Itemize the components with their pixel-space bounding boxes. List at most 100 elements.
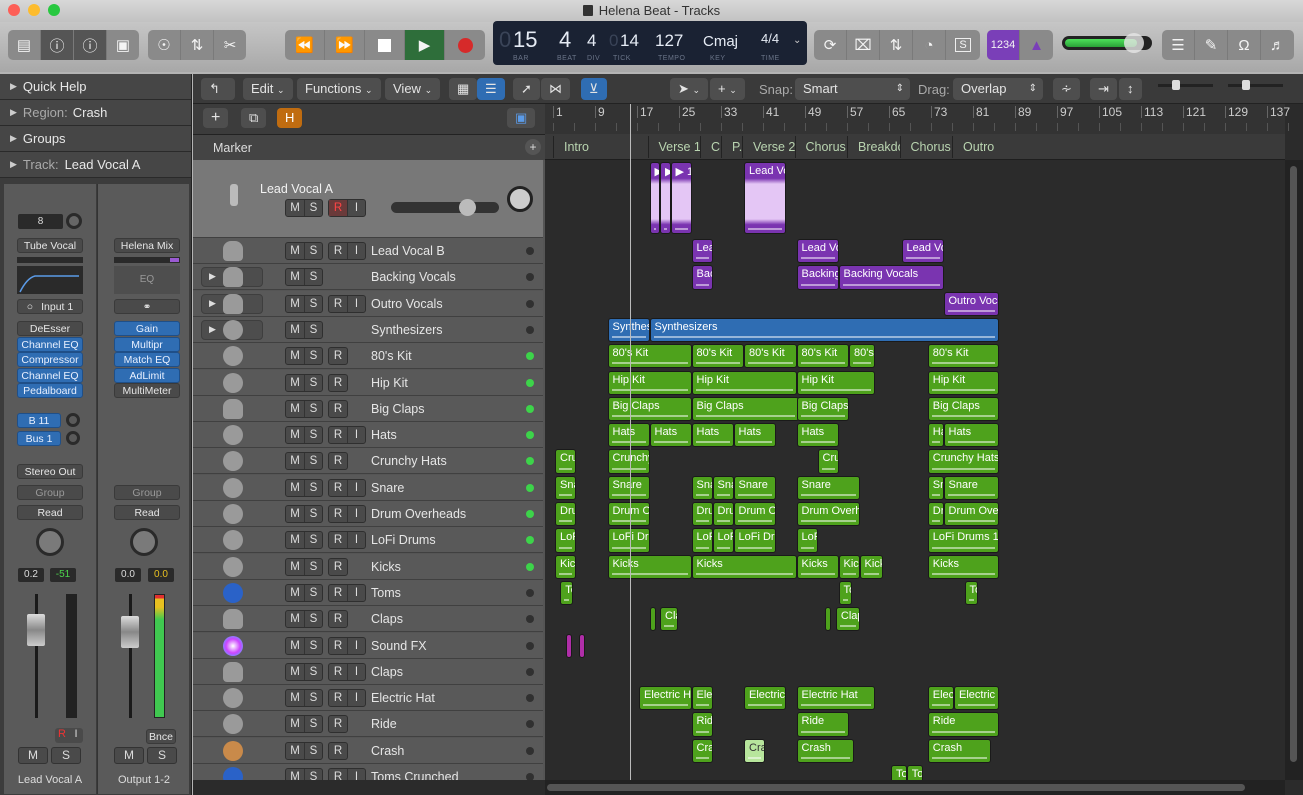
track-header[interactable]: M S R I Electric Hat [193, 685, 543, 712]
marker[interactable]: Breakdown [847, 136, 900, 158]
solo-button[interactable]: S [304, 400, 322, 417]
mute-button[interactable]: M [286, 532, 304, 548]
lcd-display[interactable]: 0 15 4 4 0 14 127 Cmaj 4/4 BAR BEAT DIV … [493, 21, 807, 65]
playhead[interactable] [630, 104, 631, 780]
solo-button[interactable]: S [304, 663, 322, 680]
solo-button[interactable]: S [304, 479, 322, 496]
track-header[interactable]: M S R I Lead Vocal B [193, 238, 543, 264]
mute-button[interactable]: M [286, 296, 304, 312]
send-slot[interactable]: Bus 1 [17, 431, 61, 446]
group-slot[interactable]: Group [114, 485, 180, 500]
send-knob-icon[interactable] [66, 413, 80, 427]
catch-playhead-button[interactable]: ⊻ [581, 78, 607, 100]
region[interactable]: 80's Kit [849, 344, 876, 369]
region[interactable]: Drum O [555, 502, 576, 527]
input-monitor-button[interactable]: I [347, 690, 365, 707]
track-header[interactable]: ▶ M S Backing Vocals [193, 264, 543, 291]
mute-button[interactable]: M [286, 480, 304, 496]
input-monitor-button[interactable]: I [347, 532, 365, 549]
pointer-tool-menu[interactable]: ➤ ⌄ [670, 78, 709, 100]
region[interactable]: 80's Kit [607, 344, 692, 369]
region[interactable]: Hats [733, 423, 776, 448]
region[interactable]: Claps [835, 607, 860, 632]
record-enable-button[interactable]: R [329, 348, 347, 364]
plugin-slot[interactable]: MultiMeter [114, 383, 180, 398]
solo-button[interactable]: S [304, 716, 322, 733]
mute-button[interactable]: M [286, 585, 304, 601]
region[interactable]: Outro Vocals [943, 291, 999, 316]
back-button[interactable]: ↰ [201, 78, 235, 100]
send-slot[interactable]: B 11 [17, 413, 61, 428]
solo-button[interactable]: S [304, 243, 322, 259]
marker[interactable]: Verse 2 [742, 136, 795, 158]
region[interactable]: Tom [906, 765, 923, 780]
region[interactable]: Hats [943, 423, 999, 448]
note-pad-button[interactable]: ✎ [1195, 30, 1228, 60]
region[interactable]: Tom [891, 765, 907, 780]
mixer-button[interactable]: ⇅ [181, 30, 214, 60]
hide-tracks-button[interactable]: H [277, 108, 303, 128]
record-enable-button[interactable]: R [329, 611, 347, 627]
region[interactable]: Crash [927, 738, 991, 763]
marker[interactable]: Chorus 3 [899, 136, 952, 158]
record-enable-button[interactable]: R [329, 453, 347, 469]
input-monitor-button[interactable]: I [347, 637, 365, 654]
quick-help-section[interactable]: ▶ Quick Help [0, 74, 191, 100]
record-enable-button[interactable]: R [329, 375, 347, 391]
add-marker-button[interactable]: + [525, 139, 541, 155]
marker[interactable]: P...e [721, 136, 742, 158]
region[interactable]: Kicks [838, 554, 860, 579]
input-monitor-button[interactable]: I [347, 506, 365, 522]
region[interactable]: Drum Overheads [943, 502, 999, 527]
loop-browser-button[interactable]: Ω [1228, 30, 1261, 60]
mute-button[interactable]: M [286, 690, 304, 706]
track-header[interactable]: M S R 80's Kit [193, 343, 543, 370]
track-header[interactable]: M S R Crunchy Hats [193, 448, 543, 475]
record-enable-button[interactable]: R [329, 401, 347, 417]
region[interactable]: 80's Kit [796, 344, 849, 369]
region[interactable]: Electric [927, 686, 954, 711]
region[interactable]: Kicks [607, 554, 692, 579]
solo-button[interactable]: S [304, 532, 322, 549]
automation-button[interactable]: ➚ [513, 78, 540, 100]
region[interactable]: LoFi Drums [555, 528, 576, 553]
mute-button[interactable]: M [286, 611, 304, 627]
input-monitor-button[interactable]: I [347, 769, 365, 780]
functions-menu[interactable]: Functions ⌄ [297, 78, 381, 100]
mute-button[interactable]: M [114, 747, 144, 764]
mute-button[interactable]: M [286, 269, 304, 285]
region[interactable]: Drum O [691, 502, 713, 527]
volume-fader-handle[interactable] [121, 616, 139, 648]
marker[interactable]: Intro [553, 136, 648, 158]
region[interactable]: Crash [744, 738, 765, 763]
record-enable-button[interactable]: R [329, 480, 347, 496]
region[interactable]: LoFi Drums 1 [927, 528, 999, 553]
marker[interactable]: Verse 1 [647, 136, 700, 158]
region[interactable]: Hats [649, 423, 692, 448]
mute-button[interactable]: M [286, 243, 304, 259]
region[interactable]: Crunch [555, 449, 576, 474]
track-header[interactable]: M S R I Toms [193, 579, 543, 606]
snap-dropdown[interactable]: Smart ⇕ [795, 78, 910, 100]
plugin-slot[interactable]: Channel EQ [17, 336, 83, 352]
stop-button[interactable] [365, 30, 405, 60]
send-knob-icon[interactable] [66, 431, 80, 445]
vertical-zoom-slider[interactable] [1158, 80, 1213, 90]
track-header[interactable]: M S R Big Claps [193, 395, 543, 422]
track-header[interactable]: M S R Hip Kit [193, 369, 543, 396]
region[interactable]: Snare [927, 475, 944, 500]
volume-fader-track[interactable] [129, 594, 132, 718]
mute-button[interactable]: M [18, 747, 48, 764]
track-header[interactable]: M S R I Toms Crunched [193, 764, 543, 780]
setting-button[interactable]: Tube Vocal [17, 238, 83, 253]
mute-button[interactable]: M [286, 769, 304, 780]
cpu-meter-button[interactable]: ◔ [913, 30, 946, 60]
region[interactable]: ▶ [649, 162, 660, 234]
input-monitor-button[interactable]: I [347, 200, 365, 216]
plugin-slot[interactable]: Channel EQ [17, 367, 83, 383]
mute-button[interactable]: M [286, 453, 304, 469]
region[interactable]: Backing Vocals [838, 265, 944, 290]
solo-button[interactable]: S [304, 637, 322, 654]
channel-knob-icon[interactable] [66, 213, 82, 229]
media-browser-button[interactable]: ♬ [1261, 30, 1294, 60]
